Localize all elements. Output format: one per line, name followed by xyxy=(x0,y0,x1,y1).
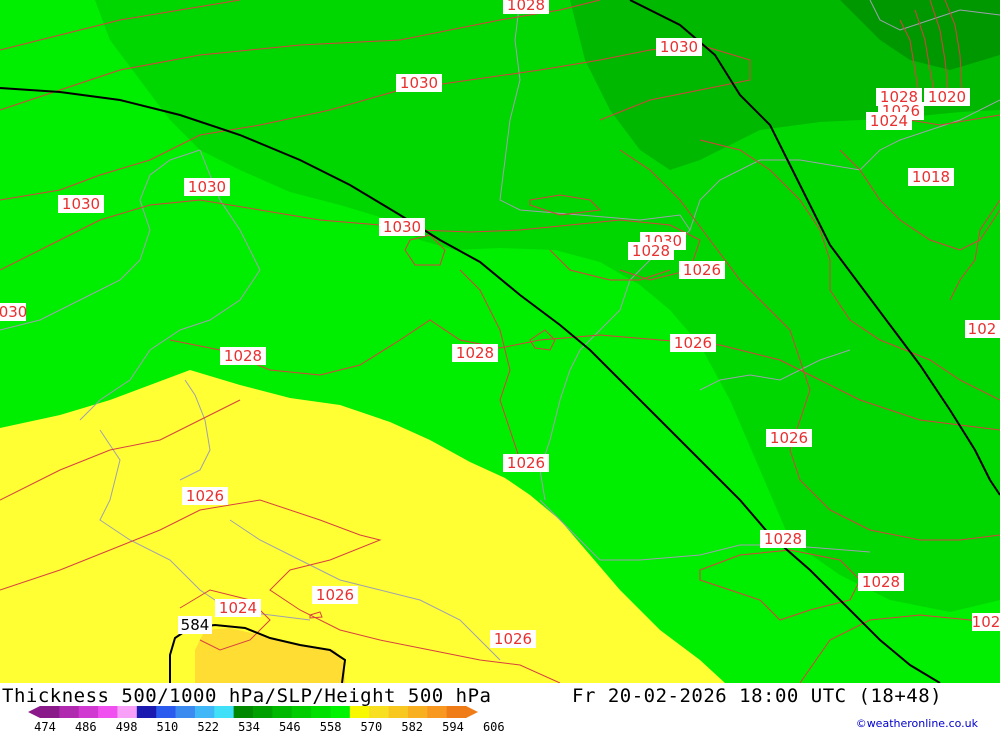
isobar-label: 1018 xyxy=(908,168,954,186)
svg-text:1026: 1026 xyxy=(186,487,224,505)
isobar-label: 102 xyxy=(965,320,1000,338)
scale-swatch xyxy=(59,706,80,718)
scale-swatch xyxy=(156,706,177,718)
svg-text:1026: 1026 xyxy=(494,630,532,648)
svg-text:1028: 1028 xyxy=(507,0,545,14)
svg-text:1028: 1028 xyxy=(632,242,670,260)
map-footer: Thickness 500/1000 hPa/SLP/Height 500 hP… xyxy=(0,683,1000,734)
scale-tick-label: 498 xyxy=(115,720,138,734)
isobar-label: 030 xyxy=(0,303,27,321)
scale-tick-label: 474 xyxy=(34,720,56,734)
scale-swatch xyxy=(446,706,467,718)
svg-text:1030: 1030 xyxy=(400,74,438,92)
scale-tick-label: 594 xyxy=(442,720,464,734)
scale-swatch xyxy=(136,706,157,718)
svg-text:1026: 1026 xyxy=(683,261,721,279)
scale-swatch xyxy=(98,706,118,718)
svg-text:1020: 1020 xyxy=(928,88,966,106)
svg-text:1026: 1026 xyxy=(770,429,808,447)
svg-text:102: 102 xyxy=(968,320,997,338)
svg-text:1026: 1026 xyxy=(316,586,354,604)
isobar-label: 1026 xyxy=(490,630,536,648)
svg-text:030: 030 xyxy=(0,303,27,321)
map-datetime: Fr 20-02-2026 18:00 UTC (18+48) xyxy=(572,685,943,707)
isobar-label: 1028 xyxy=(503,0,549,14)
svg-text:1028: 1028 xyxy=(862,573,900,591)
scale-swatch xyxy=(233,706,254,718)
isobar-label: 102 xyxy=(972,613,1000,631)
isobar-label: 1026 xyxy=(670,334,716,352)
scale-swatch xyxy=(78,706,99,718)
height-label: 584 xyxy=(178,616,212,634)
scale-swatch xyxy=(253,706,273,718)
isobar-label: 1028 xyxy=(858,573,904,591)
svg-text:1026: 1026 xyxy=(507,454,545,472)
isobar-label: 1024 xyxy=(215,599,261,617)
scale-tick-label: 570 xyxy=(360,720,383,734)
svg-text:1028: 1028 xyxy=(764,530,802,548)
isobar-label: 1028 xyxy=(452,344,498,362)
scale-swatch xyxy=(194,706,215,718)
svg-text:1028: 1028 xyxy=(224,347,262,365)
isobar-label: 1030 xyxy=(58,195,104,213)
scale-tick-label: 606 xyxy=(482,720,505,734)
scale-swatch xyxy=(214,706,235,718)
isobar-label: 1026 xyxy=(312,586,358,604)
scale-tick-label: 534 xyxy=(238,720,260,734)
svg-text:1030: 1030 xyxy=(383,218,421,236)
scale-swatch xyxy=(388,706,409,718)
svg-text:584: 584 xyxy=(181,616,210,634)
scale-tick-label: 582 xyxy=(401,720,424,734)
weather-map: 1028 1030 1030 1030 1030 1028 1026 1024 … xyxy=(0,0,1000,683)
map-title: Thickness 500/1000 hPa/SLP/Height 500 hP… xyxy=(2,685,492,707)
isobar-label: 1026 xyxy=(679,261,725,279)
scale-swatch xyxy=(117,706,138,718)
isobar-label: 1030 xyxy=(379,218,425,236)
svg-text:1024: 1024 xyxy=(219,599,257,617)
svg-text:1024: 1024 xyxy=(870,112,908,130)
isobar-label: 1030 xyxy=(656,38,702,56)
credit-link[interactable]: ©weatheronline.co.uk xyxy=(856,717,978,730)
scale-swatch xyxy=(407,706,428,718)
scale-swatch xyxy=(40,706,60,718)
scale-swatch xyxy=(311,706,331,718)
scale-swatch xyxy=(291,706,312,718)
svg-text:1028: 1028 xyxy=(456,344,494,362)
svg-text:1026: 1026 xyxy=(674,334,712,352)
isobar-label: 1024 xyxy=(866,112,912,130)
svg-text:1018: 1018 xyxy=(912,168,950,186)
isobar-label: 1030 xyxy=(396,74,442,92)
isobar-label: 1028 xyxy=(760,530,806,548)
scale-swatch xyxy=(369,706,390,718)
scale-tick-label: 522 xyxy=(197,720,220,734)
isobar-label: 1026 xyxy=(182,487,228,505)
color-scale xyxy=(28,706,478,718)
scale-swatch xyxy=(330,706,351,718)
isobar-label: 1028 xyxy=(628,242,674,260)
scale-swatch xyxy=(175,706,196,718)
svg-text:1030: 1030 xyxy=(188,178,226,196)
scale-tick-label: 486 xyxy=(74,720,97,734)
isobar-label: 1028 xyxy=(220,347,266,365)
scale-tick-label: 510 xyxy=(156,720,179,734)
svg-text:1030: 1030 xyxy=(62,195,100,213)
svg-text:1030: 1030 xyxy=(660,38,698,56)
scale-tick-label: 558 xyxy=(319,720,342,734)
isobar-label: 1026 xyxy=(503,454,549,472)
isobar-label: 1026 xyxy=(766,429,812,447)
isobar-label: 1020 xyxy=(924,88,970,106)
isobar-label: 1030 xyxy=(184,178,230,196)
scale-swatch xyxy=(272,706,293,718)
scale-arrow-right xyxy=(466,706,478,718)
scale-swatch xyxy=(427,706,448,718)
svg-text:102: 102 xyxy=(972,613,1000,631)
scale-tick-label: 546 xyxy=(278,720,301,734)
scale-swatch xyxy=(349,706,370,718)
scale-arrow-left xyxy=(28,706,40,718)
